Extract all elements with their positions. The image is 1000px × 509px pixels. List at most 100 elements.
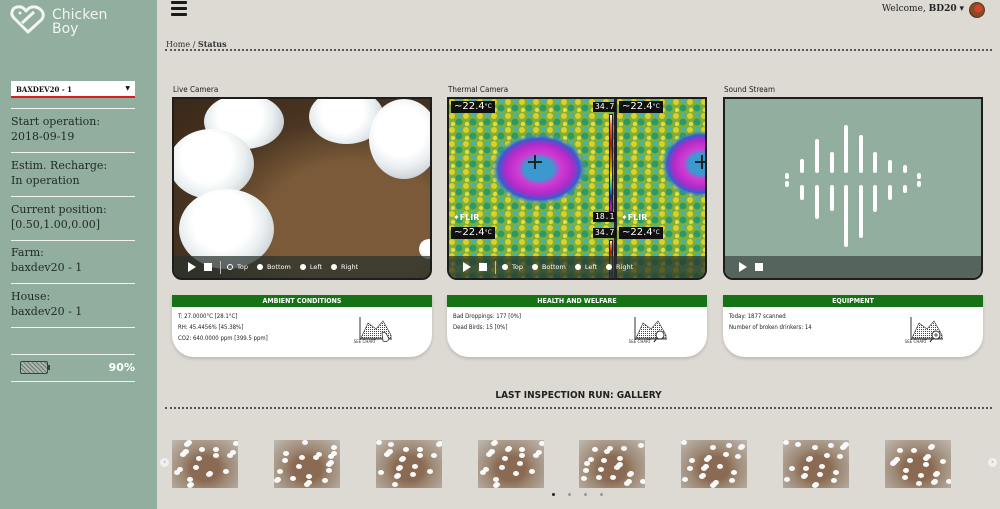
gallery-next-button[interactable]: › <box>988 458 997 467</box>
info-farm: Farm: baxdev20 - 1 <box>11 245 82 275</box>
pager-dot[interactable] <box>584 493 587 496</box>
play-icon[interactable] <box>739 262 747 272</box>
pager-dot[interactable] <box>600 493 603 496</box>
gallery-thumbnail[interactable] <box>885 440 951 488</box>
radio-label: Bottom <box>541 263 566 271</box>
welcome-text: Welcome, <box>881 4 926 14</box>
gallery-prev-button[interactable]: ‹ <box>160 458 169 467</box>
info-value: 2018-09-19 <box>11 130 75 143</box>
gallery-thumbnail[interactable] <box>783 440 849 488</box>
gallery-thumbnail[interactable] <box>681 440 747 488</box>
play-icon[interactable] <box>463 262 471 272</box>
see-chart-link[interactable]: SEE CHART <box>905 339 927 344</box>
info-value: baxdev20 - 1 <box>11 261 83 274</box>
thermal-spot-temp: ~22.4°C <box>619 227 663 239</box>
radio-label: Left <box>309 263 323 271</box>
sound-stream-viewer[interactable] <box>723 97 983 280</box>
view-radio-bottom[interactable]: Bottom <box>531 263 566 271</box>
info-label: Farm: <box>11 246 44 259</box>
view-radio-right[interactable]: Right <box>606 263 633 271</box>
spot-temp-value: ~22.4 <box>622 227 653 238</box>
radio-icon <box>502 264 508 270</box>
thermal-image <box>449 99 705 278</box>
avatar[interactable] <box>969 2 985 18</box>
menu-icon[interactable] <box>171 1 187 16</box>
stop-icon[interactable] <box>204 263 212 271</box>
view-radio-left[interactable]: Left <box>299 263 323 271</box>
breadcrumb-separator: / <box>192 40 196 49</box>
view-radio-top[interactable]: Top <box>227 263 248 271</box>
thermal-spot-temp: ~22.4°C <box>619 101 663 113</box>
app-logo[interactable]: Chicken Boy <box>10 5 107 36</box>
breadcrumb-divider <box>165 49 992 51</box>
gallery-thumbnail[interactable] <box>579 440 645 488</box>
crosshair-icon <box>695 155 705 169</box>
thermal-camera-viewer[interactable]: ~22.4°C ~22.4°C ~22.4°C ~22.4°C 34.7 18.… <box>447 97 707 280</box>
view-radio-top[interactable]: Top <box>502 263 523 271</box>
pager-dot[interactable] <box>552 493 555 496</box>
flir-brand: FLIR <box>627 213 648 222</box>
live-camera-controls: Top Bottom Left Right <box>174 256 430 278</box>
sound-stream-controls <box>725 256 981 278</box>
info-estim-recharge: Estim. Recharge: In operation <box>11 158 107 188</box>
spot-temp-unit: °C <box>484 103 492 110</box>
stop-icon[interactable] <box>755 263 763 271</box>
spot-temp-unit: °C <box>652 229 660 236</box>
divider <box>11 354 135 355</box>
divider <box>11 196 135 197</box>
play-icon[interactable] <box>188 262 196 272</box>
spot-temp-unit: °C <box>652 103 660 110</box>
device-select-value: BAXDEV20 - 1 <box>16 85 73 94</box>
info-house: House: baxdev20 - 1 <box>11 289 82 319</box>
gallery-thumbnail[interactable] <box>274 440 340 488</box>
chick-image <box>174 129 254 199</box>
sound-stream-title: Sound Stream <box>724 85 775 94</box>
gallery-thumbnail[interactable] <box>172 440 238 488</box>
live-camera-title: Live Camera <box>173 85 219 94</box>
info-label: Start operation: <box>11 115 101 128</box>
chevron-down-icon: ▾ <box>959 4 964 14</box>
see-chart-link[interactable]: SEE CHART <box>629 339 651 344</box>
heart-logo-icon <box>10 5 45 34</box>
info-start-operation: Start operation: 2018-09-19 <box>11 114 100 144</box>
flir-logo: ✦FLIR <box>453 213 480 222</box>
breadcrumb-current: Status <box>197 39 227 49</box>
see-chart-link[interactable]: SEE CHART <box>354 339 376 344</box>
user-menu[interactable]: Welcome, BD20 ▾ <box>882 4 964 14</box>
breadcrumb: Home / Status <box>166 39 227 49</box>
breadcrumb-home[interactable]: Home <box>166 40 190 49</box>
radio-label: Left <box>584 263 598 271</box>
flir-logo: ✦FLIR <box>621 213 648 222</box>
spot-temp-value: ~22.4 <box>622 101 653 112</box>
divider <box>11 152 135 153</box>
view-radio-left[interactable]: Left <box>574 263 598 271</box>
gallery-thumbnail[interactable] <box>376 440 442 488</box>
chevron-down-icon: ▼ <box>125 85 130 92</box>
battery-percent: 90% <box>108 361 135 374</box>
info-value: In operation <box>11 174 80 187</box>
app-name: Chicken Boy <box>52 8 107 36</box>
gallery-pager <box>552 493 616 496</box>
flir-brand: FLIR <box>459 213 480 222</box>
radio-label: Right <box>616 263 634 271</box>
view-radio-right[interactable]: Right <box>331 263 358 271</box>
divider <box>11 381 135 382</box>
info-label: House: <box>11 290 51 303</box>
thermal-camera-title: Thermal Camera <box>448 85 509 94</box>
view-radio-bottom[interactable]: Bottom <box>256 263 291 271</box>
username: BD20 <box>928 4 957 14</box>
stop-icon[interactable] <box>479 263 487 271</box>
radio-icon <box>256 264 263 270</box>
gallery-title: LAST INSPECTION RUN: GALLERY <box>495 390 662 401</box>
divider <box>495 260 496 274</box>
pager-dot[interactable] <box>568 493 571 496</box>
gallery-thumbnail[interactable] <box>478 440 544 488</box>
divider <box>220 260 221 274</box>
live-camera-viewer[interactable]: Top Bottom Left Right <box>172 97 432 280</box>
thermal-color-scale <box>609 114 613 212</box>
equipment-card: EQUIPMENT Today: 1877 scanned Number of … <box>723 295 983 357</box>
device-select[interactable]: BAXDEV20 - 1 ▼ <box>11 81 135 98</box>
spot-temp-value: ~22.4 <box>454 227 485 238</box>
app-name-line2: Boy <box>52 21 79 37</box>
thermal-scale-max: 34.7 <box>593 228 617 238</box>
